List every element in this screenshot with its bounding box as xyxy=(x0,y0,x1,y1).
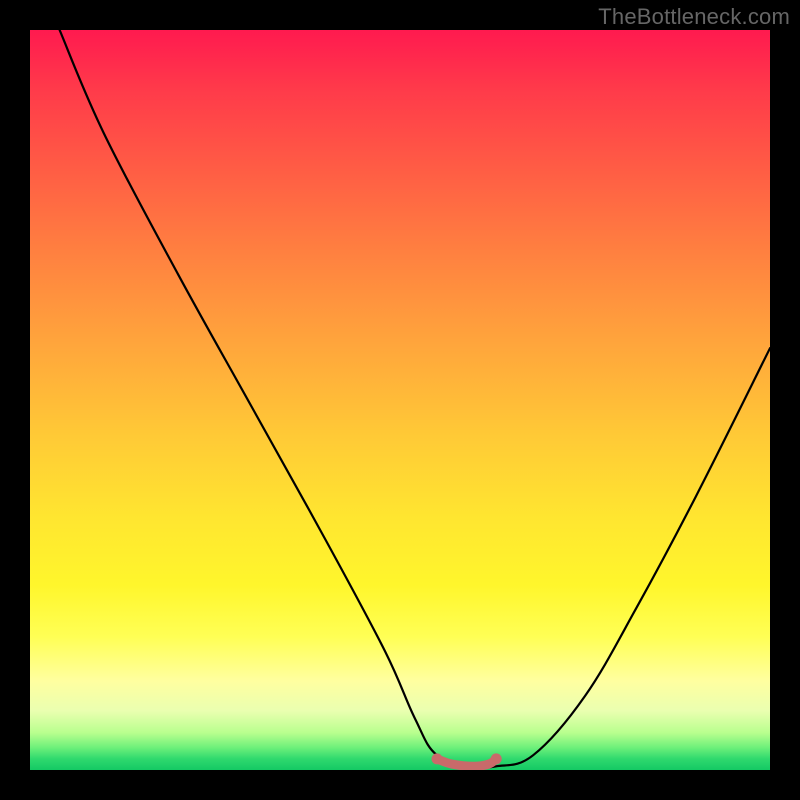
highlight-end-dot-right xyxy=(491,753,502,764)
curve-layer xyxy=(30,30,770,770)
highlight-flat-segment xyxy=(437,759,496,766)
plot-area xyxy=(30,30,770,770)
highlight-end-dot-left xyxy=(432,753,443,764)
bottleneck-curve xyxy=(60,30,770,768)
chart-frame: TheBottleneck.com xyxy=(0,0,800,800)
attribution-label: TheBottleneck.com xyxy=(598,4,790,30)
